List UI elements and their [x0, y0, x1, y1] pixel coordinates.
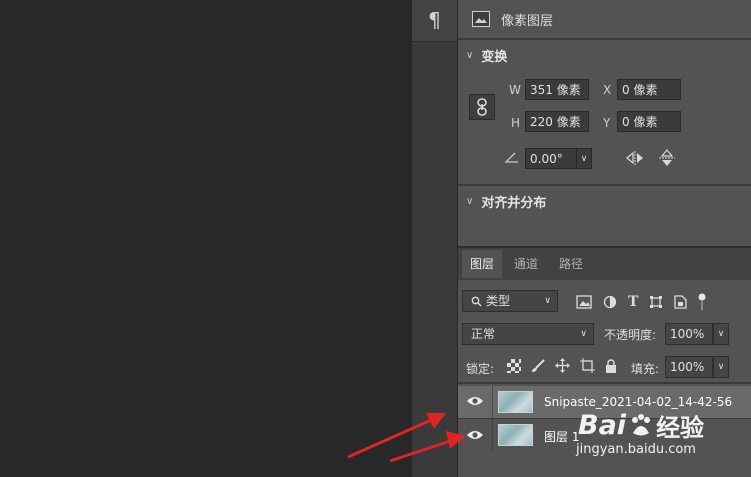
- layer-name[interactable]: Snipaste_2021-04-02_14-42-56: [544, 395, 732, 409]
- adjustment-filter-icon[interactable]: [603, 295, 617, 309]
- layer-thumbnail: [498, 391, 533, 413]
- tab-layers[interactable]: 图层: [462, 250, 502, 278]
- smart-object-filter-icon[interactable]: [674, 295, 688, 309]
- align-title: 对齐并分布: [481, 196, 547, 211]
- flip-vertical-button[interactable]: [657, 147, 677, 169]
- watermark-url: jingyan.baidu.com: [576, 442, 696, 457]
- filter-icons: T: [576, 293, 706, 311]
- layer-filter-dropdown[interactable]: 类型 ∨: [462, 290, 558, 312]
- y-field[interactable]: 0 像素: [617, 111, 681, 132]
- angle-icon: [505, 152, 518, 163]
- search-icon: [471, 296, 482, 306]
- lock-all-icon[interactable]: [605, 358, 617, 373]
- align-section-header[interactable]: ∨ 对齐并分布: [466, 192, 546, 211]
- flip-vertical-icon: [659, 149, 675, 166]
- y-label: Y: [603, 116, 611, 130]
- opacity-value: 100%: [670, 327, 705, 341]
- chevron-down-icon: ∨: [580, 153, 588, 164]
- paragraph-panel-button[interactable]: ¶: [412, 0, 457, 42]
- properties-header-label: 像素图层: [501, 13, 554, 29]
- image-filter-icon[interactable]: [576, 295, 592, 309]
- blend-mode-label: 正常: [471, 327, 496, 341]
- paw-icon: [632, 413, 651, 435]
- chevron-down-icon: ∨: [717, 329, 725, 339]
- fill-value: 100%: [670, 360, 705, 374]
- annotation-arrowhead: [446, 431, 466, 449]
- opacity-field[interactable]: 100%: [665, 323, 713, 345]
- transform-title: 变换: [481, 50, 508, 65]
- chevron-down-icon: ∨: [466, 196, 474, 207]
- filter-kind-label: 类型: [486, 294, 511, 308]
- lock-artboard-icon[interactable]: [580, 358, 595, 373]
- shape-filter-icon[interactable]: [649, 295, 663, 309]
- chevron-down-icon: ∨: [580, 329, 587, 339]
- fill-field[interactable]: 100%: [665, 356, 713, 378]
- filter-toggle-icon[interactable]: [698, 293, 706, 311]
- flip-horizontal-button[interactable]: [625, 148, 645, 168]
- lock-position-icon[interactable]: [555, 358, 570, 373]
- lock-label: 锁定:: [466, 362, 495, 376]
- annotation-arrow: [389, 437, 457, 463]
- x-label: X: [603, 83, 612, 97]
- opacity-dropdown-button[interactable]: ∨: [713, 323, 729, 345]
- opacity-label: 不透明度:: [604, 328, 657, 342]
- annotation-arrows: [347, 413, 466, 463]
- angle-dropdown-button[interactable]: ∨: [576, 148, 592, 169]
- paragraph-icon: ¶: [428, 8, 441, 32]
- layer-name[interactable]: 图层 1: [544, 428, 579, 445]
- lock-image-pixels-icon[interactable]: [531, 358, 545, 373]
- flip-horizontal-icon: [626, 151, 643, 165]
- x-field[interactable]: 0 像素: [617, 79, 681, 100]
- tab-paths[interactable]: 路径: [550, 250, 592, 278]
- chevron-down-icon: ∨: [544, 296, 551, 306]
- w-label: W: [509, 83, 521, 97]
- divider: [458, 184, 751, 186]
- baidu-watermark: Bai 经验: [578, 408, 704, 443]
- watermark-brand-suffix: 经验: [656, 414, 705, 442]
- h-label: H: [511, 116, 521, 130]
- height-field[interactable]: 220 像素: [525, 111, 589, 132]
- divider: [458, 38, 751, 40]
- link-dimensions-button[interactable]: [469, 94, 495, 120]
- width-field[interactable]: 351 像素: [525, 79, 589, 100]
- divider: [458, 382, 751, 384]
- chevron-down-icon: ∨: [466, 50, 474, 61]
- layer-thumbnail: [498, 424, 533, 446]
- layer-divider: [492, 419, 493, 451]
- tab-channels[interactable]: 通道: [506, 250, 546, 278]
- angle-field[interactable]: 0.00°: [525, 148, 577, 169]
- layer-divider: [492, 386, 493, 418]
- blend-mode-dropdown[interactable]: 正常 ∨: [462, 323, 594, 345]
- lock-icons: [507, 358, 617, 373]
- chevron-down-icon: ∨: [717, 362, 725, 372]
- properties-header: 像素图层: [472, 8, 553, 30]
- type-filter-icon[interactable]: T: [628, 294, 638, 310]
- lock-transparent-pixels-icon[interactable]: [507, 358, 521, 373]
- watermark-brand: Bai: [578, 410, 627, 441]
- pixel-layer-icon: [472, 11, 490, 27]
- transform-section-header[interactable]: ∨ 变换: [466, 46, 507, 65]
- fill-label: 填充:: [631, 362, 660, 376]
- fill-dropdown-button[interactable]: ∨: [713, 356, 729, 378]
- link-icon: [477, 98, 487, 116]
